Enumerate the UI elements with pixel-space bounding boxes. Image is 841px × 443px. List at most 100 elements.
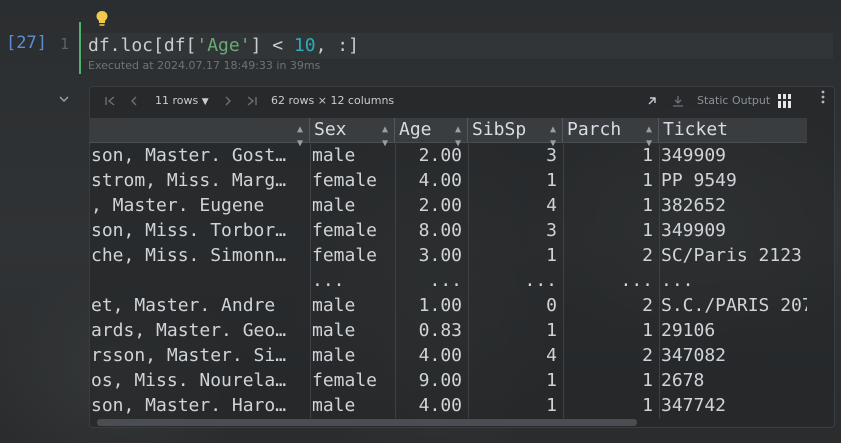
cell-ticket: SC/Paris 2123 [661, 245, 802, 266]
table-row[interactable]: strom, Miss. Marg… female 4.00 1 1 PP 9549 [89, 168, 807, 193]
execution-count: [27] [6, 33, 47, 53]
cell-ticket: 29106 [661, 320, 716, 341]
cell-name: ards, Master. Geo… [91, 320, 287, 341]
next-page-icon[interactable] [221, 94, 235, 108]
open-in-new-icon[interactable] [645, 94, 659, 108]
code-token: , :] [315, 35, 359, 56]
cell-parch: 1 [642, 145, 653, 166]
cell-parch: 1 [642, 170, 653, 191]
cell-age: 8.00 [418, 220, 462, 241]
cell-name [89, 268, 310, 293]
cell-name: strom, Miss. Marg… [91, 170, 287, 191]
table-row[interactable]: os, Miss. Nourela… female 9.00 1 1 2678 [89, 368, 807, 393]
cell-ticket: 349909 [661, 145, 727, 166]
column-header-sex[interactable]: Sex ▲ ▼ [310, 118, 395, 149]
table-row[interactable]: rsson, Master. Si… male 4.00 4 2 347082 [89, 343, 807, 368]
cell-name: rsson, Master. Si… [91, 345, 287, 366]
cell-age: 2.00 [418, 145, 462, 166]
cell-name: son, Miss. Torbor… [91, 220, 287, 241]
cell-parch: 2 [642, 245, 653, 266]
cell-name: os, Miss. Nourela… [91, 370, 287, 391]
cell-sex: female [312, 220, 378, 241]
table-row[interactable]: son, Master. Haro… male 4.00 1 1 347742 [89, 393, 807, 418]
table-row[interactable]: ............... [89, 268, 807, 293]
cell-sex: female [312, 245, 378, 266]
cell-sibsp: 1 [546, 170, 557, 191]
code-token: ] < [250, 35, 294, 56]
column-header-name[interactable]: ▲ ▼ [89, 118, 310, 149]
line-number: 1 [60, 35, 70, 53]
cell-name: son, Master. Gost… [91, 145, 287, 166]
cell-sex: female [312, 170, 378, 191]
chevron-down-icon: ▼ [201, 97, 209, 107]
rows-per-page-label: 11 rows [155, 94, 199, 107]
table-row[interactable]: , Master. Eugene male 2.00 4 1 382652 [89, 193, 807, 218]
rows-per-page-select[interactable]: 11 rows ▼ [155, 94, 209, 107]
cell-ticket: 2678 [661, 370, 705, 391]
column-header-parch[interactable]: Parch ▲ ▼ [563, 118, 659, 149]
cell-sibsp: 3 [546, 145, 557, 166]
cell-name: , Master. Eugene [91, 195, 265, 216]
cell-sex: male [312, 345, 356, 366]
column-header-sibsp[interactable]: SibSp ▲ ▼ [468, 118, 563, 149]
execution-info: Executed at 2024.07.17 18:49:33 in 39ms [88, 59, 321, 72]
column-view-icon[interactable] [777, 93, 793, 109]
dataframe-table: ▲ ▼ Sex ▲ ▼ Age ▲ ▼ SibSp ▲ ▼ Parch ▲ ▼ Ticke… [89, 118, 807, 418]
column-header-ticket[interactable]: Ticket [659, 118, 807, 142]
cell-ticket: 349909 [661, 220, 727, 241]
cell-sibsp: 4 [546, 195, 557, 216]
cell-age: 2.00 [418, 195, 462, 216]
code-number: 10 [293, 35, 316, 56]
cell-parch: 1 [642, 320, 653, 341]
code-string: 'Age' [196, 35, 251, 56]
table-row[interactable]: ards, Master. Geo… male 0.83 1 1 29106 [89, 318, 807, 343]
cell-name: son, Master. Haro… [91, 395, 287, 416]
last-page-icon[interactable] [245, 94, 259, 108]
cell-age: 3.00 [418, 245, 462, 266]
cell-ticket: 347742 [661, 395, 727, 416]
cell-name: et, Master. Andre [91, 295, 276, 316]
first-page-icon[interactable] [103, 94, 117, 108]
column-header-age[interactable]: Age ▲ ▼ [395, 118, 468, 149]
prev-page-icon[interactable] [127, 94, 141, 108]
cell-name: che, Miss. Simonn… [91, 245, 287, 266]
cell-parch: 2 [642, 345, 653, 366]
static-output-label[interactable]: Static Output [697, 94, 770, 107]
cell-age: 1.00 [418, 295, 462, 316]
cell-status-bar [79, 22, 81, 74]
cell-age: 4.00 [418, 395, 462, 416]
cell-sex: ... [312, 270, 345, 291]
cell-sex: male [312, 320, 356, 341]
code-editor[interactable]: df.loc[df['Age'] < 10, :] [88, 33, 359, 59]
table-row[interactable]: che, Miss. Simonn… female 3.00 1 2 SC/Paris 2… [89, 243, 807, 268]
download-icon[interactable] [671, 94, 685, 108]
cell-age: 0.83 [418, 320, 462, 341]
table-header: ▲ ▼ Sex ▲ ▼ Age ▲ ▼ SibSp ▲ ▼ Parch ▲ ▼ Ticke… [89, 118, 807, 149]
table-row[interactable]: son, Miss. Torbor… female 8.00 3 1 349909 [89, 218, 807, 243]
cell-sex: male [312, 295, 356, 316]
column-header-label: Ticket [663, 119, 729, 140]
cell-parch: ... [620, 270, 653, 291]
cell-parch: 1 [642, 370, 653, 391]
column-header-label: Sex [314, 119, 347, 140]
cell-sibsp: ... [524, 270, 557, 291]
cell-parch: 1 [642, 220, 653, 241]
table-row[interactable]: et, Master. Andre male 1.00 0 2 S.C./PARIS 20… [89, 293, 807, 318]
cell-sibsp: 1 [546, 395, 557, 416]
cell-ticket: PP 9549 [661, 170, 737, 191]
lightbulb-icon[interactable] [95, 10, 109, 28]
cell-ticket: 382652 [661, 195, 727, 216]
more-vertical-icon[interactable] [818, 88, 828, 106]
cell-sex: female [312, 370, 378, 391]
cell-ticket: S.C./PARIS 2079 [661, 295, 807, 316]
cell-sibsp: 1 [546, 245, 557, 266]
chevron-down-icon[interactable] [57, 92, 71, 106]
horizontal-scrollbar[interactable] [97, 419, 637, 426]
column-header-label: Parch [567, 119, 622, 140]
column-header-label: Age [399, 119, 432, 140]
table-row[interactable]: son, Master. Gost… male 2.00 3 1 349909 [89, 143, 807, 168]
cell-sibsp: 1 [546, 370, 557, 391]
cell-age: ... [429, 270, 462, 291]
cell-ticket: 347082 [661, 345, 727, 366]
cell-sibsp: 3 [546, 220, 557, 241]
